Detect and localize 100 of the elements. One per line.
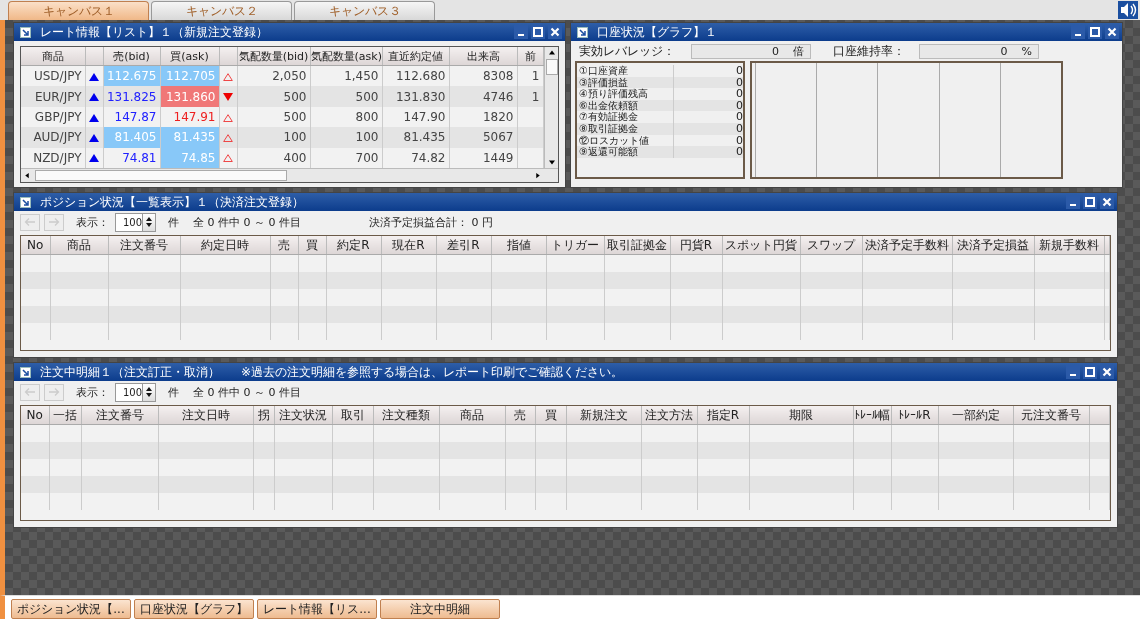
column-header: 買 bbox=[306, 237, 318, 252]
column-header: 商品 bbox=[460, 407, 484, 422]
column-header: 差引R bbox=[447, 237, 480, 252]
table-cell: 100 bbox=[283, 130, 307, 145]
column-header: スワップ bbox=[807, 237, 855, 252]
column-header: 気配数量(ask) bbox=[310, 49, 381, 63]
column-header: 新規注文 bbox=[579, 407, 628, 422]
taskbar-button[interactable]: レート情報【リス... bbox=[257, 599, 377, 619]
canvas-tab[interactable]: キャンバス１ bbox=[8, 1, 149, 20]
canvas-tab[interactable]: キャンバス２ bbox=[151, 1, 292, 20]
column-header: 注文種類 bbox=[382, 407, 430, 422]
item-label: ⑦有効証拠金 bbox=[577, 111, 674, 123]
column-header: トリガー bbox=[551, 237, 599, 252]
panel-title: 口座状況【グラフ】１ bbox=[597, 23, 717, 41]
panel-title: ポジション状況【一覧表示】１（決済注文登録） bbox=[40, 193, 304, 211]
column-header: 決済予定手数料 bbox=[865, 237, 949, 252]
column-header: 売(bid) bbox=[113, 49, 150, 63]
table-cell: AUD/JPY bbox=[33, 130, 82, 145]
panel-title: レート情報【リスト】１（新規注文登録） bbox=[40, 23, 268, 41]
column-header: 気配数量(bid) bbox=[238, 49, 309, 63]
column-header: 期限 bbox=[789, 407, 813, 422]
taskbar-button[interactable]: ポジション状況【... bbox=[11, 599, 131, 619]
table-cell: 400 bbox=[283, 150, 307, 165]
column-header: 商品 bbox=[67, 237, 91, 252]
table-cell: NZD/JPY bbox=[33, 150, 82, 165]
table-cell: 1,450 bbox=[344, 69, 379, 84]
table-cell: 500 bbox=[283, 89, 307, 104]
table-cell: GBP/JPY bbox=[34, 110, 82, 124]
bid-cell: 81.405 bbox=[103, 127, 160, 148]
taskbar-button[interactable]: 注文中明細 bbox=[380, 599, 500, 619]
item-value: 0 bbox=[735, 76, 743, 89]
column-header: No bbox=[26, 408, 43, 422]
column-header: ﾄﾚｰﾙR bbox=[898, 408, 931, 422]
column-header: 元注文番号 bbox=[1021, 407, 1081, 422]
column-header: 決済予定損益 bbox=[957, 237, 1029, 252]
table-cell: 100 bbox=[355, 130, 379, 145]
leverage-field: 0 倍 bbox=[691, 43, 811, 59]
table-cell: 1449 bbox=[482, 150, 514, 165]
item-value: 0 bbox=[735, 111, 743, 123]
column-header: 取引証拠金 bbox=[607, 237, 667, 252]
table-cell: 700 bbox=[355, 150, 379, 165]
page-size-spinner[interactable]: 100 bbox=[115, 382, 156, 402]
unit-label: 件 bbox=[168, 384, 179, 400]
item-value: 0 bbox=[735, 65, 743, 77]
unit-label: 件 bbox=[168, 214, 179, 230]
display-label: 表示： bbox=[76, 214, 109, 230]
column-header: 買(ask) bbox=[170, 49, 209, 63]
column-header: 約定日時 bbox=[201, 237, 249, 252]
column-header: 新規手数料 bbox=[1039, 237, 1099, 252]
record-range: 全 0 件中 0 ～ 0 件目 bbox=[193, 214, 301, 230]
maintenance-rate-field: 0 % bbox=[919, 43, 1039, 59]
table-cell: 74.82 bbox=[411, 150, 446, 165]
field-label: 実効レバレッジ： bbox=[579, 42, 676, 60]
table-cell: USD/JPY bbox=[33, 69, 82, 84]
column-header: 指定R bbox=[706, 407, 740, 422]
table-cell: 131.830 bbox=[395, 89, 446, 104]
item-label: ③評価損益 bbox=[577, 76, 674, 89]
table-cell: 147.90 bbox=[403, 110, 446, 124]
panel-notice: ※過去の注文明細を参照する場合は、レポート印刷でご確認ください。 bbox=[241, 363, 624, 381]
item-value: 0 bbox=[735, 122, 743, 135]
item-value: 0 bbox=[735, 146, 743, 158]
column-header: 直近約定値 bbox=[388, 49, 443, 63]
column-header: 買 bbox=[544, 407, 557, 422]
table-cell: 112.680 bbox=[395, 69, 446, 84]
item-value: 0 bbox=[735, 99, 743, 112]
table-cell: 500 bbox=[283, 110, 307, 124]
table-cell: 5067 bbox=[482, 130, 514, 145]
column-header: 取引 bbox=[340, 407, 365, 422]
column-header: 注文番号 bbox=[120, 237, 168, 252]
column-header: ﾄﾚｰﾙ幅 bbox=[854, 407, 890, 422]
column-header: スポット円貨 bbox=[725, 237, 797, 252]
bid-cell: 131.825 bbox=[103, 86, 160, 107]
item-label: ⑨返還可能額 bbox=[577, 146, 674, 158]
item-value: 0 bbox=[735, 134, 743, 147]
taskbar-button[interactable]: 口座状況【グラフ】 bbox=[134, 599, 254, 619]
table-cell: 1820 bbox=[482, 110, 514, 124]
column-header: 注文番号 bbox=[95, 407, 144, 422]
ask-cell: 81.435 bbox=[160, 127, 219, 148]
column-header: No bbox=[27, 238, 44, 252]
panel-title: 注文中明細１（注文訂正・取消） bbox=[40, 363, 220, 381]
ask-cell: 131.860 bbox=[160, 86, 219, 107]
column-header: 注文日時 bbox=[181, 407, 230, 422]
item-label: ⑧取引証拠金 bbox=[577, 122, 674, 135]
table-cell: 1 bbox=[531, 89, 540, 104]
column-header: 約定R bbox=[337, 237, 370, 252]
settlement-total: 決済予定損益合計： 0 円 bbox=[369, 214, 493, 230]
canvas-tab[interactable]: キャンバス３ bbox=[294, 1, 435, 20]
table-cell: 81.435 bbox=[403, 130, 446, 145]
column-header: 現在R bbox=[392, 237, 425, 252]
column-header: 注文状況 bbox=[279, 407, 327, 422]
table-cell: 4746 bbox=[482, 89, 514, 104]
column-header: 一部約定 bbox=[951, 407, 1000, 422]
page-size-spinner[interactable]: 100 bbox=[115, 212, 156, 232]
table-cell: 500 bbox=[355, 89, 379, 104]
item-label: ①口座資産 bbox=[577, 65, 674, 77]
column-header: 前 bbox=[524, 49, 536, 63]
item-label: ④預り評価残高 bbox=[577, 88, 674, 100]
column-header: 指値 bbox=[506, 237, 531, 252]
column-header: 注文方法 bbox=[645, 407, 693, 422]
record-range: 全 0 件中 0 ～ 0 件目 bbox=[193, 384, 301, 400]
